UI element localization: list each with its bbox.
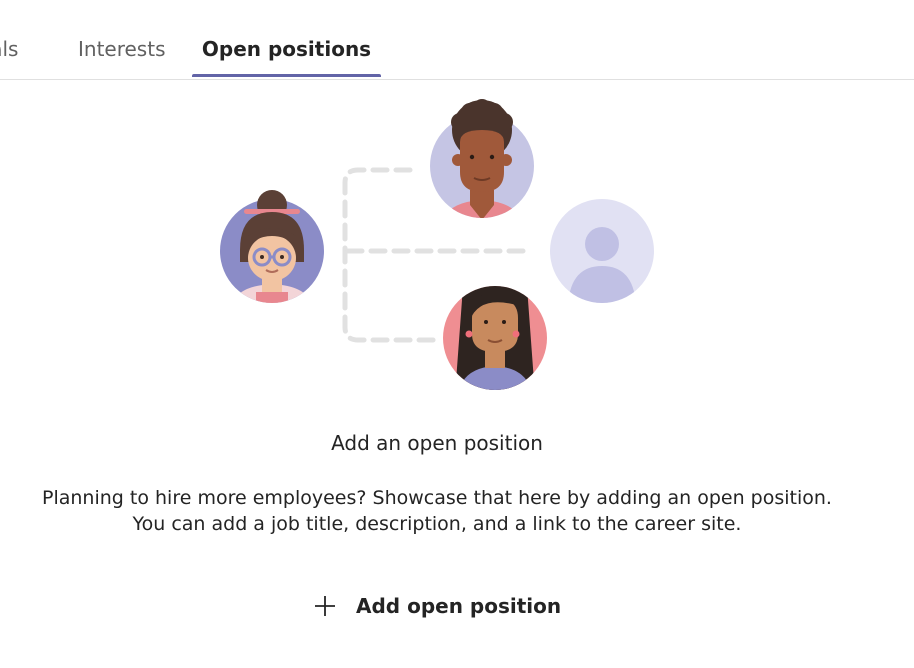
empty-state-title: Add an open position	[331, 431, 543, 455]
open-position-placeholder-avatar	[550, 199, 654, 303]
report-avatar-2	[443, 286, 547, 390]
report-avatar-1	[430, 99, 534, 218]
add-open-position-label: Add open position	[356, 594, 562, 618]
empty-state-description: Planning to hire more employees? Showcas…	[0, 485, 874, 537]
description-line-1: Planning to hire more employees? Showcas…	[42, 487, 832, 509]
plus-icon	[315, 596, 335, 616]
org-chart-illustration	[220, 99, 654, 390]
manager-avatar	[220, 190, 324, 303]
add-open-position-button[interactable]: Add open position	[312, 590, 561, 622]
description-line-2: You can add a job title, description, an…	[132, 513, 742, 535]
